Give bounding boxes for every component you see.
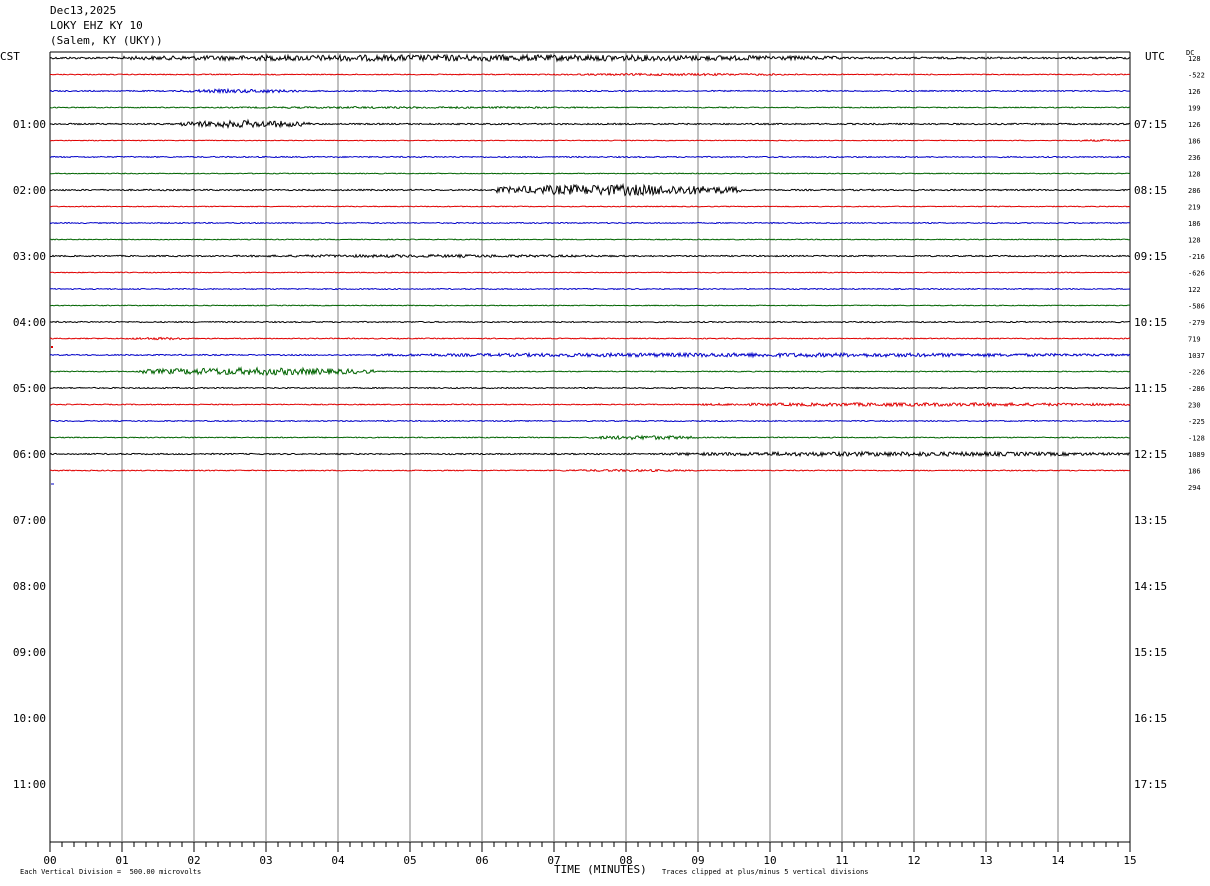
- x-tick-label: 10: [763, 854, 776, 867]
- x-tick-label: 09: [691, 854, 704, 867]
- dc-offset-value: -128: [1188, 435, 1205, 443]
- right-hour-label: 13:15: [1134, 514, 1167, 527]
- dc-offset-value: -586: [1188, 303, 1205, 311]
- dc-offset-value: 128: [1188, 55, 1201, 63]
- left-hour-label: 04:00: [13, 316, 46, 329]
- x-tick-label: 02: [187, 854, 200, 867]
- left-hour-label: 03:00: [13, 250, 46, 263]
- dc-offset-value: 719: [1188, 336, 1201, 344]
- x-tick-label: 14: [1051, 854, 1065, 867]
- x-tick-label: 05: [403, 854, 416, 867]
- seismic-trace: [49, 118, 1131, 129]
- left-hour-label: 02:00: [13, 184, 46, 197]
- seismic-trace: [49, 351, 1131, 359]
- dc-offset-value: -522: [1188, 72, 1205, 80]
- right-hour-label: 08:15: [1134, 184, 1167, 197]
- seismic-trace: [49, 450, 1131, 458]
- dc-offset-value: -279: [1188, 319, 1205, 327]
- left-hour-label: 07:00: [13, 514, 46, 527]
- x-tick-label: 08: [619, 854, 632, 867]
- dc-offset-value: 286: [1188, 187, 1201, 195]
- x-tick-label: 13: [979, 854, 992, 867]
- seismic-trace: [49, 182, 1130, 197]
- dc-offset-value: 126: [1188, 121, 1201, 129]
- seismic-trace: [49, 271, 1131, 274]
- seismic-trace: [49, 468, 1131, 473]
- dc-offset-value: -286: [1188, 385, 1205, 393]
- right-hour-label: 09:15: [1134, 250, 1167, 263]
- x-tick-label: 00: [43, 854, 56, 867]
- seismic-trace: [49, 336, 1131, 341]
- seismogram-plot: 00 01 02 03 04 05 06 07 08 09 10 11 12 13 14 15 01:00 02:…: [13, 51, 1205, 867]
- seismic-trace: [49, 238, 1131, 241]
- dc-offset-value: 230: [1188, 402, 1201, 410]
- dc-offset-value: 186: [1188, 468, 1201, 476]
- seismic-trace: [49, 205, 1131, 208]
- dc-offset-value: 294: [1188, 484, 1201, 492]
- right-hour-label: 17:15: [1134, 778, 1167, 791]
- seismic-trace: [49, 221, 1131, 225]
- seismic-trace: [49, 72, 1131, 77]
- dc-offset-value: -226: [1188, 369, 1205, 377]
- right-hour-label: 10:15: [1134, 316, 1167, 329]
- seismic-trace: [49, 320, 1131, 324]
- right-hour-label: 16:15: [1134, 712, 1167, 725]
- x-tick-label: 11: [835, 854, 848, 867]
- dc-offset-value: 1037: [1188, 352, 1205, 360]
- seismic-trace: [49, 304, 1131, 307]
- seismic-trace: [49, 53, 1131, 63]
- x-tick-label: 01: [115, 854, 128, 867]
- x-tick-label: 06: [475, 854, 488, 867]
- left-hour-label: 01:00: [13, 118, 46, 131]
- right-hour-label: 15:15: [1134, 646, 1167, 659]
- dc-offset-value: -216: [1188, 253, 1205, 261]
- x-tick-label: 07: [547, 854, 560, 867]
- dc-offset-value: 122: [1188, 286, 1201, 294]
- x-tick-label: 15: [1123, 854, 1136, 867]
- seismic-trace: [49, 172, 1131, 175]
- dc-offset-value: 199: [1188, 105, 1201, 113]
- dc-offset-value: -626: [1188, 270, 1205, 278]
- seismic-trace: [49, 105, 1131, 110]
- right-hour-label: 11:15: [1134, 382, 1167, 395]
- left-hour-label: 09:00: [13, 646, 46, 659]
- seismic-trace: [49, 419, 1131, 423]
- seismic-trace: [49, 138, 1131, 143]
- left-hour-label: 11:00: [13, 778, 46, 791]
- seismic-trace: [49, 155, 1131, 159]
- seismic-trace: [49, 253, 1131, 259]
- dc-offset-value: -225: [1188, 418, 1205, 426]
- right-hour-label: 07:15: [1134, 118, 1167, 131]
- x-tick-label: 03: [259, 854, 272, 867]
- left-hour-label: 05:00: [13, 382, 46, 395]
- dc-offset-value: 186: [1188, 220, 1201, 228]
- dc-offset-value: 1089: [1188, 451, 1205, 459]
- dc-offset-value: 128: [1188, 171, 1201, 179]
- seismic-trace: [49, 366, 1131, 377]
- x-tick-label: 12: [907, 854, 920, 867]
- dc-offset-value: 128: [1188, 237, 1201, 245]
- right-hour-label: 12:15: [1134, 448, 1167, 461]
- left-hour-label: 06:00: [13, 448, 46, 461]
- seismic-trace: [49, 401, 1131, 408]
- left-hour-label: 10:00: [13, 712, 46, 725]
- x-tick-label: 04: [331, 854, 345, 867]
- seismic-trace: [49, 434, 1131, 441]
- seismic-trace: [49, 287, 1131, 291]
- right-hour-label: 14:15: [1134, 580, 1167, 593]
- dc-offset-value: 236: [1188, 154, 1201, 162]
- dc-offset-value: 126: [1188, 88, 1201, 96]
- left-hour-label: 08:00: [13, 580, 46, 593]
- seismic-trace: [49, 386, 1131, 390]
- dc-offset-value: 219: [1188, 204, 1201, 212]
- dc-offset-value: 186: [1188, 138, 1201, 146]
- seismic-trace: [49, 87, 1131, 95]
